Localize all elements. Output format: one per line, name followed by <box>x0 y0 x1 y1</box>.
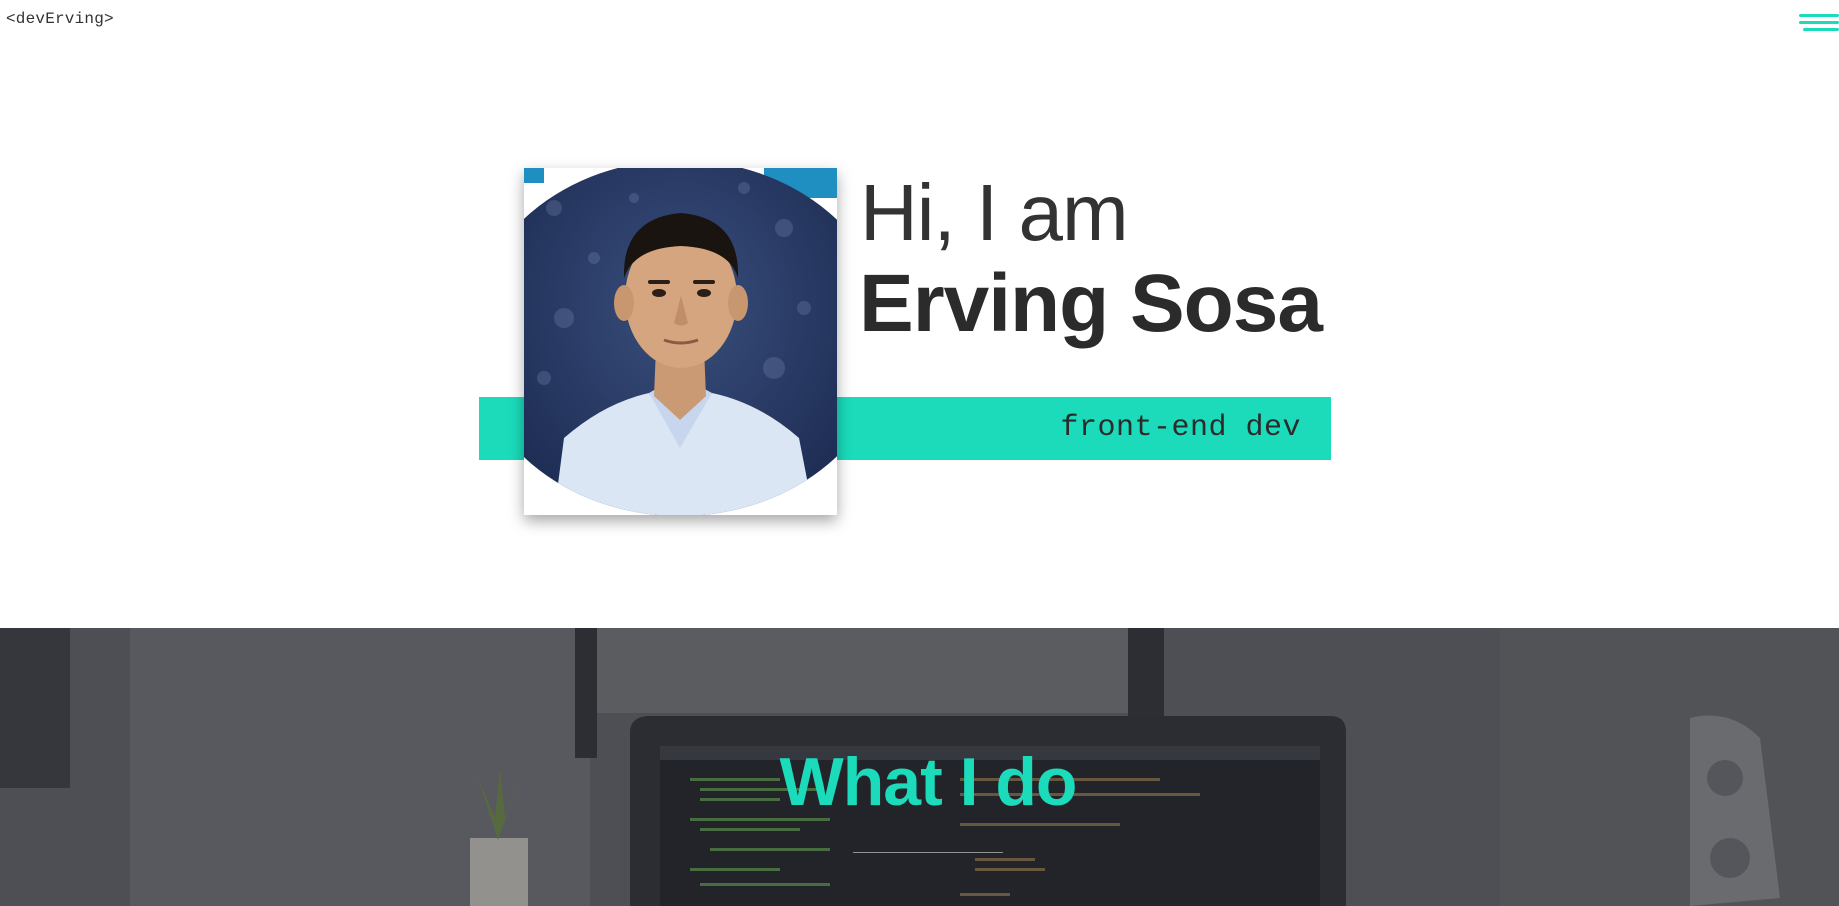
section-title: What I do <box>779 744 1078 820</box>
hamburger-menu-icon[interactable] <box>1797 12 1839 36</box>
role-text: front-end dev <box>1060 411 1301 445</box>
site-logo[interactable]: <devErving> <box>6 10 114 28</box>
hero-greeting: Hi, I am <box>860 168 1129 257</box>
what-i-do-section: What I do <box>0 628 1839 906</box>
title-divider <box>853 852 1003 853</box>
portrait-illustration <box>524 168 837 515</box>
profile-photo <box>524 168 837 515</box>
page: <devErving> front-end dev Hi, I am Ervin… <box>0 0 1839 906</box>
hero-name: Erving Sosa <box>859 258 1323 349</box>
